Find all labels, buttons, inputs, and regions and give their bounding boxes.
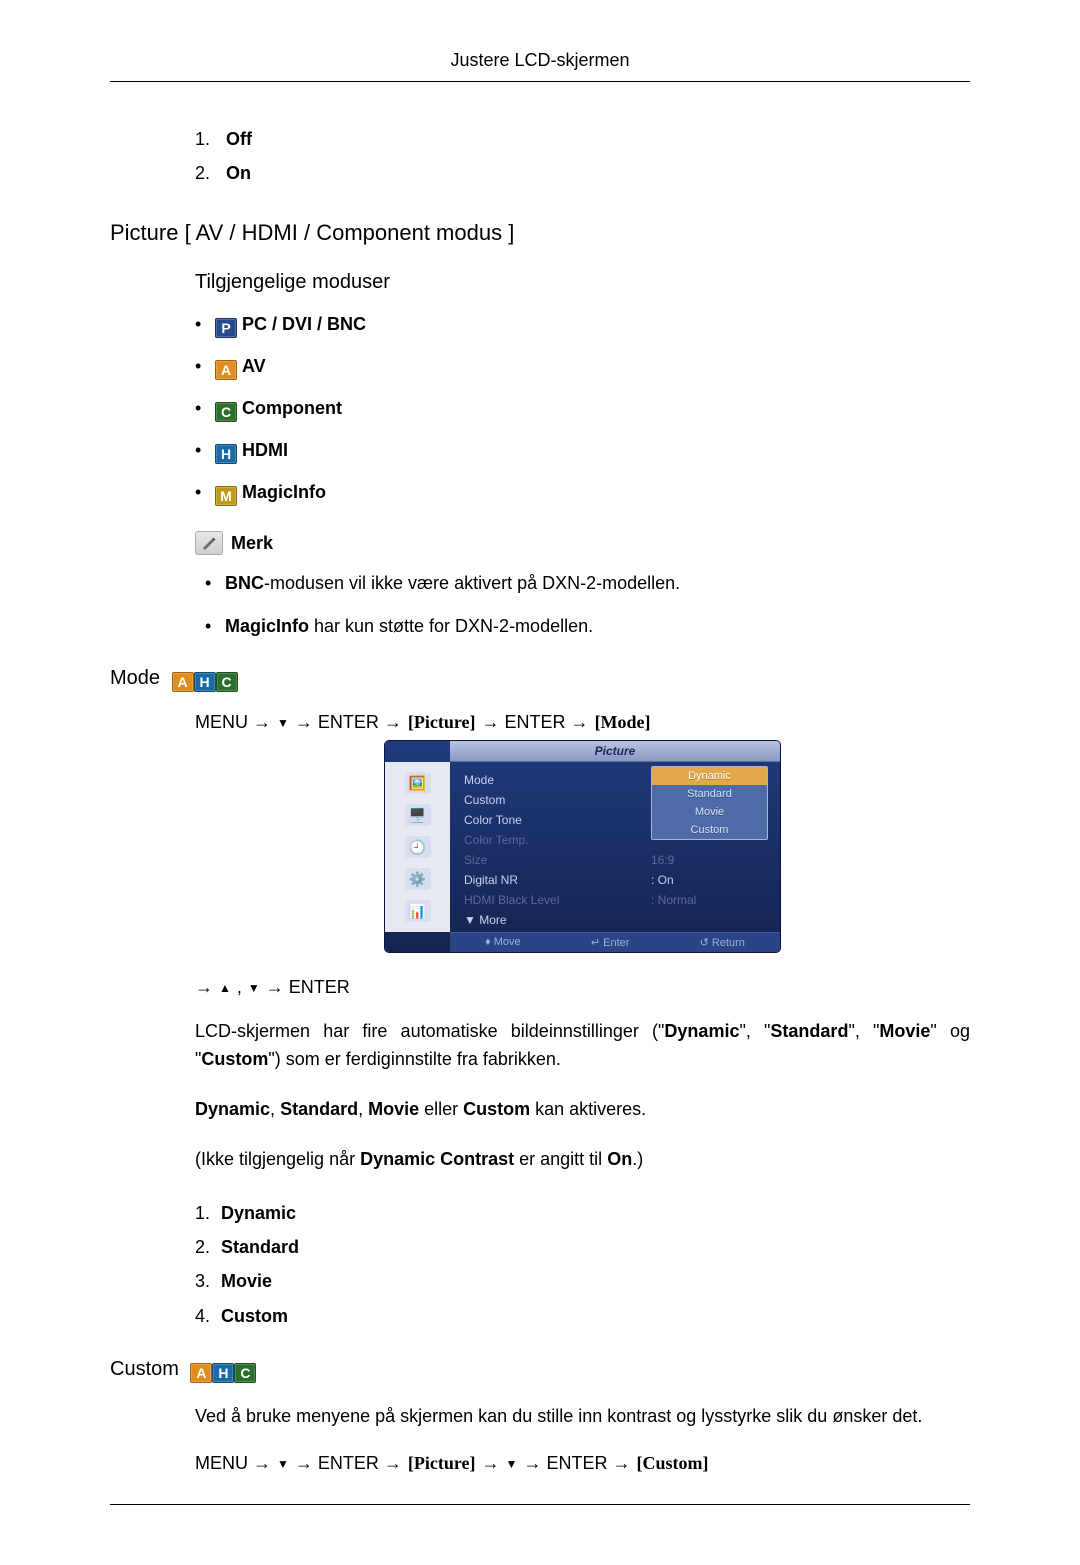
arrow-down-icon xyxy=(277,1453,289,1474)
nav-path-arrows: → , → ENTER xyxy=(195,977,970,998)
osd-screenshot: Picture 🖼️ 🖥️ 🕘 ⚙️ 📊 Mode: Custom Color … xyxy=(195,741,970,952)
osd-row-more: ▼ More xyxy=(460,910,770,930)
osd-menu: Mode: Custom Color Tone: Color Temp. Siz… xyxy=(450,762,780,932)
osd-footer: ♦ Move ↵ Enter ↺ Return xyxy=(450,932,780,952)
osd-option-movie: Movie xyxy=(652,803,767,821)
badge-h-icon: H xyxy=(215,444,237,464)
osd-row-digitalnr: Digital NR: On xyxy=(460,870,770,890)
mode-label: MagicInfo xyxy=(242,482,326,502)
modes-subheading: Tilgjengelige moduser xyxy=(195,271,970,294)
osd-option-dynamic: Dynamic xyxy=(652,767,767,785)
badge-h-icon: H xyxy=(194,672,216,692)
list-item: 2.Standard xyxy=(195,1230,970,1264)
badge-c-icon: C xyxy=(216,672,238,692)
badge-p-icon: P xyxy=(215,318,237,338)
picture-heading: Picture [ AV / HDMI / Component modus ] xyxy=(110,220,970,246)
page-header-title: Justere LCD-skjermen xyxy=(110,50,970,71)
osd-setup-icon: ⚙️ xyxy=(405,868,431,890)
mode-item-magicinfo: M MagicInfo xyxy=(195,482,970,506)
custom-description: Ved å bruke menyene på skjermen kan du s… xyxy=(195,1403,970,1431)
top-numbered-list: 1. Off 2. On xyxy=(195,122,970,190)
badge-a-icon: A xyxy=(172,672,194,692)
list-item: 4.Custom xyxy=(195,1299,970,1333)
list-item: 3.Movie xyxy=(195,1264,970,1298)
footer-rule xyxy=(110,1504,970,1505)
mode-description-2: Dynamic, Standard, Movie eller Custom ka… xyxy=(195,1096,970,1124)
note-pencil-icon xyxy=(195,531,223,555)
list-item: 1. Off xyxy=(195,122,970,156)
arrow-down-icon xyxy=(506,1453,518,1474)
osd-footer-return: ↺ Return xyxy=(700,936,745,949)
custom-body: Ved å bruke menyene på skjermen kan du s… xyxy=(195,1403,970,1474)
mode-label: HDMI xyxy=(242,440,288,460)
osd-row-hdmibl: HDMI Black Level: Normal xyxy=(460,890,770,910)
nav-path-mode: MENU → → ENTER → [Picture] → ENTER → [Mo… xyxy=(195,712,970,733)
osd-side-icons: 🖼️ 🖥️ 🕘 ⚙️ 📊 xyxy=(385,762,450,932)
badge-a-icon: A xyxy=(190,1363,212,1383)
modes-list: P PC / DVI / BNC A AV C Component H HDMI… xyxy=(195,314,970,506)
nav-path-custom: MENU → → ENTER → [Picture] → → ENTER → [… xyxy=(195,1453,970,1474)
page: Justere LCD-skjermen 1. Off 2. On Pictur… xyxy=(0,0,1080,1565)
badge-h-icon: H xyxy=(212,1363,234,1383)
mode-label: AV xyxy=(242,356,266,376)
mode-item-pc: P PC / DVI / BNC xyxy=(195,314,970,338)
mode-heading: Mode AHC xyxy=(110,667,970,692)
list-item: 2. On xyxy=(195,156,970,190)
note-row: Merk xyxy=(195,531,970,555)
badge-m-icon: M xyxy=(215,486,237,506)
note-label: Merk xyxy=(231,533,273,554)
arrow-down-icon xyxy=(277,712,289,733)
badge-c-icon: C xyxy=(215,402,237,422)
arrow-down-icon xyxy=(248,977,260,998)
mode-label: PC / DVI / BNC xyxy=(242,314,366,334)
note-item: BNC-modusen vil ikke være aktivert på DX… xyxy=(195,573,970,594)
mode-enum-list: 1.Dynamic 2.Standard 3.Movie 4.Custom xyxy=(195,1196,970,1333)
mode-description-3: (Ikke tilgjengelig når Dynamic Contrast … xyxy=(195,1146,970,1174)
note-item: MagicInfo har kun støtte for DXN-2-model… xyxy=(195,616,970,637)
osd-options-popup: Dynamic Standard Movie Custom xyxy=(651,766,768,840)
mode-label: Component xyxy=(242,398,342,418)
mode-body: MENU → → ENTER → [Picture] → ENTER → [Mo… xyxy=(195,712,970,1332)
mode-item-component: C Component xyxy=(195,398,970,422)
osd-footer-enter: ↵ Enter xyxy=(591,936,630,949)
picture-modes-block: Tilgjengelige moduser P PC / DVI / BNC A… xyxy=(195,271,970,637)
osd-footer-move: ♦ Move xyxy=(485,936,521,949)
badge-c-icon: C xyxy=(234,1363,256,1383)
mode-description-1: LCD-skjermen har fire automatiske bildei… xyxy=(195,1018,970,1074)
mode-item-av: A AV xyxy=(195,356,970,380)
osd-option-standard: Standard xyxy=(652,785,767,803)
arrow-up-icon xyxy=(219,977,231,998)
osd-picture-icon: 🖼️ xyxy=(405,772,431,794)
custom-heading: Custom AHC xyxy=(110,1358,970,1383)
badge-a-icon: A xyxy=(215,360,237,380)
list-item: 1.Dynamic xyxy=(195,1196,970,1230)
osd-title: Picture xyxy=(450,741,780,762)
osd-row-size: Size16:9 xyxy=(460,850,770,870)
osd-clock-icon: 🕘 xyxy=(405,836,431,858)
osd-multi-icon: 📊 xyxy=(405,900,431,922)
header-rule xyxy=(110,81,970,82)
osd-option-custom: Custom xyxy=(652,821,767,839)
osd-sound-icon: 🖥️ xyxy=(405,804,431,826)
mode-item-hdmi: H HDMI xyxy=(195,440,970,464)
note-list: BNC-modusen vil ikke være aktivert på DX… xyxy=(195,573,970,637)
